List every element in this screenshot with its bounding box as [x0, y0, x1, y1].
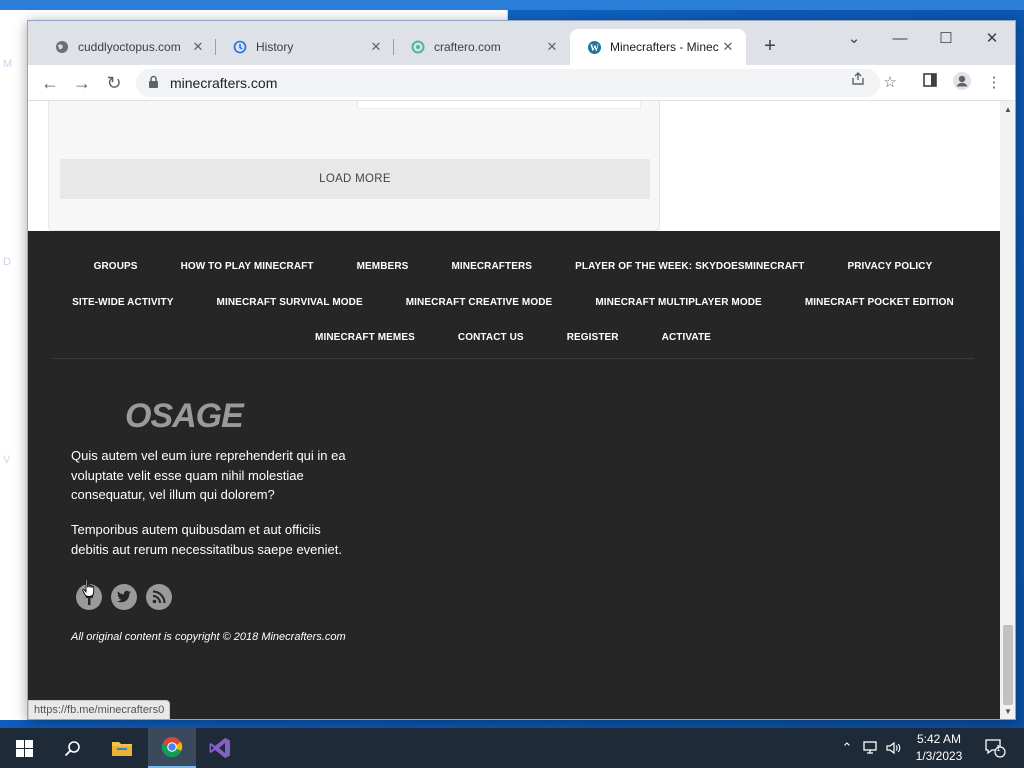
footer-link[interactable]: SITE-WIDE ACTIVITY — [72, 297, 173, 308]
tray-chevron-up-icon[interactable]: ⌃ — [838, 728, 856, 768]
footer-menu-row: MINECRAFT MEMES CONTACT US REGISTER ACTI… — [52, 332, 974, 343]
footer-link[interactable]: MINECRAFT POCKET EDITION — [805, 297, 954, 308]
tab-history[interactable]: History ✕ — [216, 29, 394, 65]
rss-icon[interactable] — [146, 584, 172, 610]
tab-title: History — [256, 40, 294, 54]
desktop-letter: M — [3, 58, 13, 70]
file-explorer-icon[interactable] — [98, 728, 146, 768]
tab-craftero[interactable]: craftero.com ✕ — [394, 29, 570, 65]
footer-link[interactable]: MINECRAFTERS — [451, 261, 532, 272]
footer-link[interactable]: MEMBERS — [357, 261, 409, 272]
close-icon[interactable]: ✕ — [544, 39, 560, 55]
tab-minecrafters[interactable]: W Minecrafters - Minec ✕ — [570, 29, 746, 65]
footer-menu-row: SITE-WIDE ACTIVITY MINECRAFT SURVIVAL MO… — [52, 297, 974, 308]
wordpress-icon: W — [586, 39, 602, 55]
browser-window: cuddlyoctopus.com ✕ History ✕ craftero.c… — [27, 20, 1016, 720]
footer-menu-row: GROUPS HOW TO PLAY MINECRAFT MEMBERS MIN… — [52, 261, 974, 272]
search-icon[interactable] — [48, 728, 96, 768]
back-button[interactable]: ← — [38, 71, 62, 95]
site-footer: GROUPS HOW TO PLAY MINECRAFT MEMBERS MIN… — [28, 231, 1000, 719]
copyright-text: All original content is copyright © 2018… — [71, 631, 346, 643]
windows-start-icon[interactable] — [0, 728, 48, 768]
history-icon — [232, 39, 248, 55]
new-tab-button[interactable]: + — [761, 36, 779, 56]
footer-link[interactable]: MINECRAFT MEMES — [315, 332, 415, 343]
clock-date: 1/3/2023 — [915, 749, 963, 763]
scroll-down-arrow-icon[interactable]: ▼ — [1004, 707, 1012, 716]
system-clock[interactable]: 5:42 AM 1/3/2023 — [906, 731, 972, 765]
maximize-button[interactable]: ☐ — [926, 27, 966, 51]
craftero-icon — [410, 39, 426, 55]
footer-link[interactable]: PLAYER OF THE WEEK: SKYDOESMINECRAFT — [575, 261, 804, 272]
close-icon[interactable]: ✕ — [190, 39, 206, 55]
volume-icon[interactable] — [884, 728, 904, 768]
footer-divider — [52, 358, 974, 359]
tab-title: craftero.com — [434, 40, 501, 54]
tab-title: cuddlyoctopus.com — [78, 40, 181, 54]
reload-button[interactable]: ↻ — [102, 71, 126, 95]
footer-link[interactable]: GROUPS — [94, 261, 138, 272]
bookmark-star-icon[interactable]: ☆ — [878, 71, 902, 95]
footer-link[interactable]: PRIVACY POLICY — [847, 261, 932, 272]
footer-paragraph: Quis autem vel eum iure reprehenderit qu… — [71, 448, 346, 502]
footer-link[interactable]: MINECRAFT CREATIVE MODE — [406, 297, 553, 308]
scrollbar-thumb[interactable] — [1003, 625, 1013, 705]
inner-card — [357, 101, 641, 109]
close-window-button[interactable]: ✕ — [972, 27, 1012, 51]
notification-center-icon[interactable]: 1 — [980, 728, 1010, 768]
footer-paragraph: Temporibus autem quibusdam et aut offici… — [71, 522, 342, 557]
side-panel-icon[interactable] — [918, 71, 942, 95]
tab-strip: cuddlyoctopus.com ✕ History ✕ craftero.c… — [28, 21, 1015, 65]
footer-link[interactable]: REGISTER — [567, 332, 619, 343]
footer-link[interactable]: MINECRAFT SURVIVAL MODE — [217, 297, 363, 308]
lock-icon[interactable] — [148, 75, 159, 94]
browser-toolbar: ← → ↻ minecrafters.com ☆ ⋮ — [28, 65, 1015, 101]
clock-time: 5:42 AM — [916, 732, 962, 746]
share-icon[interactable] — [846, 71, 870, 95]
chrome-taskbar-icon[interactable] — [148, 728, 196, 768]
profile-avatar-icon[interactable] — [950, 71, 974, 95]
footer-link[interactable]: ACTIVATE — [662, 332, 711, 343]
close-icon[interactable]: ✕ — [368, 39, 384, 55]
content-card: LOAD MORE — [48, 101, 660, 231]
url-text: minecrafters.com — [170, 75, 278, 91]
forward-button[interactable]: → — [70, 71, 94, 95]
close-icon[interactable]: ✕ — [720, 39, 736, 55]
network-icon[interactable] — [860, 728, 882, 768]
minimize-button[interactable]: — — [880, 27, 920, 51]
load-more-button[interactable]: LOAD MORE — [60, 159, 650, 199]
windows-taskbar: ⌃ 5:42 AM 1/3/2023 1 — [0, 728, 1024, 768]
scroll-up-arrow-icon[interactable]: ▲ — [1004, 105, 1012, 114]
desktop-letter: V — [3, 454, 11, 466]
tab-title: Minecrafters - Minec — [610, 40, 719, 54]
menu-kebab-icon[interactable]: ⋮ — [982, 71, 1006, 95]
footer-link[interactable]: HOW TO PLAY MINECRAFT — [181, 261, 314, 272]
link-status-bubble: https://fb.me/minecrafters0 — [28, 700, 171, 719]
page-viewport: LOAD MORE GROUPS HOW TO PLAY MINECRAFT M… — [28, 101, 1000, 719]
footer-link[interactable]: CONTACT US — [458, 332, 524, 343]
tab-cuddlyoctopus[interactable]: cuddlyoctopus.com ✕ — [38, 29, 216, 65]
visual-studio-icon[interactable] — [196, 728, 244, 768]
background-title-strip — [0, 0, 1024, 10]
globe-icon — [54, 39, 70, 55]
hand-cursor-icon — [82, 578, 96, 603]
footer-link[interactable]: MINECRAFT MULTIPLAYER MODE — [595, 297, 762, 308]
tab-search-chevron-icon[interactable]: ⌄ — [834, 27, 874, 51]
twitter-icon[interactable] — [111, 584, 137, 610]
page-scrollbar[interactable]: ▲ ▼ — [1000, 101, 1015, 719]
desktop-letter: D — [3, 256, 11, 268]
site-logo[interactable]: OSAGE — [125, 397, 244, 436]
notification-count: 1 — [996, 744, 1001, 753]
svg-text:W: W — [590, 43, 599, 53]
address-bar[interactable]: minecrafters.com — [136, 69, 880, 97]
